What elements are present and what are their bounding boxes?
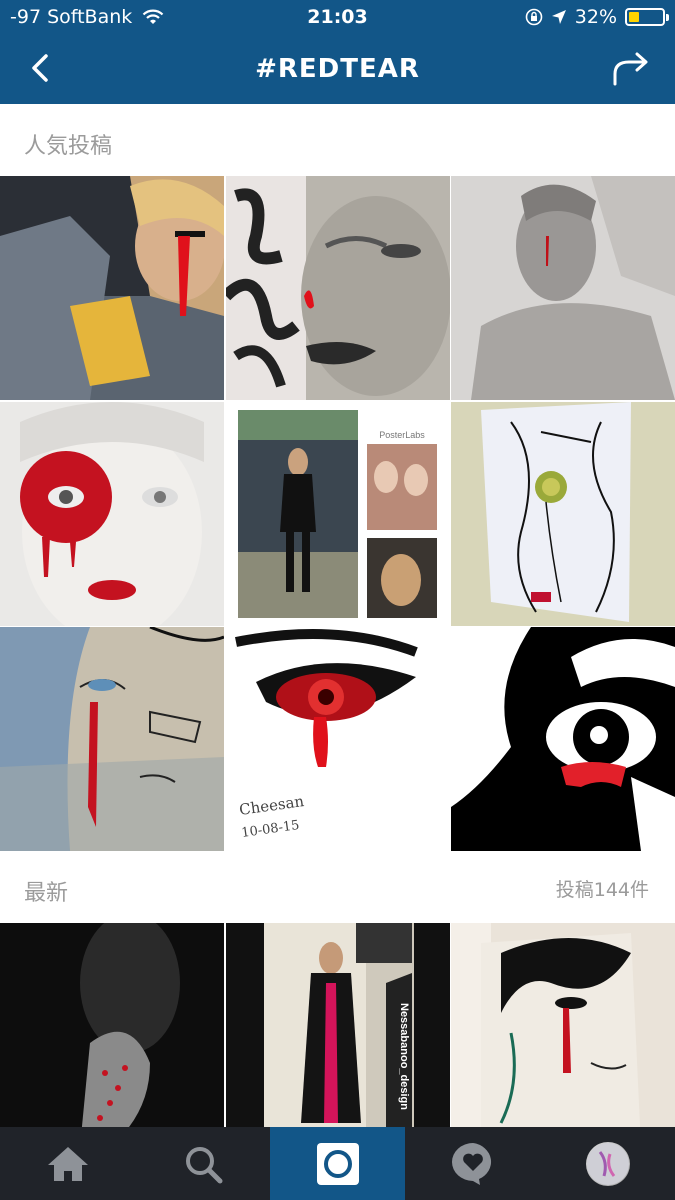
tab-camera[interactable] [270,1127,405,1200]
tab-home[interactable] [0,1127,135,1200]
post-image [451,176,675,400]
profile-photo [586,1142,629,1185]
avatar [585,1141,630,1186]
battery-fill [629,12,639,22]
battery-percent: 32% [574,6,617,28]
camera-icon [316,1142,359,1185]
share-arrow-icon [613,52,648,86]
recent-section-label: 最新 [24,881,69,906]
location-arrow-icon [551,10,566,24]
post-image [451,402,675,626]
page-title: #REDTEAR [255,54,420,84]
status-bar: -97 SoftBank 21:03 32% [0,0,675,36]
post-count: 投稿144件 [555,879,649,901]
tab-search[interactable] [135,1127,270,1200]
popular-post-7[interactable] [0,627,224,851]
tab-activity[interactable] [405,1127,540,1200]
battery-icon [625,8,669,26]
post-image [226,176,450,400]
post-image [451,923,675,1127]
app-header: -97 SoftBank 21:03 32% #REDTEAR [0,0,675,104]
popular-post-8[interactable]: Cheesan 10-08-15 [226,627,450,851]
popular-section-header: 人気投稿 [0,106,675,176]
popular-post-2[interactable] [226,176,450,400]
post-image [0,923,224,1127]
popular-post-9[interactable] [451,627,675,851]
post-image [451,627,675,851]
tab-profile[interactable] [540,1127,675,1200]
nav-bar: #REDTEAR [0,36,675,104]
recent-post-1[interactable] [0,923,224,1127]
post-image [0,402,224,626]
search-icon [185,1146,222,1183]
poster-caption: PosterLabs [379,430,425,440]
popular-post-6[interactable] [451,402,675,626]
popular-post-4[interactable] [0,402,224,626]
popular-section-label: 人気投稿 [24,134,113,159]
popular-post-1[interactable] [0,176,224,400]
recent-post-3[interactable] [451,923,675,1127]
heart-bubble-icon [451,1142,491,1185]
popular-post-5[interactable]: PosterLabs [226,402,450,626]
recent-section-header: 最新 投稿144件 [0,853,675,923]
post-image [0,627,224,851]
popular-post-3[interactable] [451,176,675,400]
rotation-lock-icon [525,8,543,26]
share-button[interactable] [609,46,653,90]
post-image: Cheesan 10-08-15 [226,627,450,851]
tab-bar [0,1127,675,1200]
recent-post-2[interactable]: Nessabanoo_design [226,923,450,1127]
home-icon [47,1146,88,1181]
designer-caption: Nessabanoo_design [398,1003,410,1110]
post-image: PosterLabs [226,402,450,626]
post-image [0,176,224,400]
post-image: Nessabanoo_design [226,923,450,1127]
